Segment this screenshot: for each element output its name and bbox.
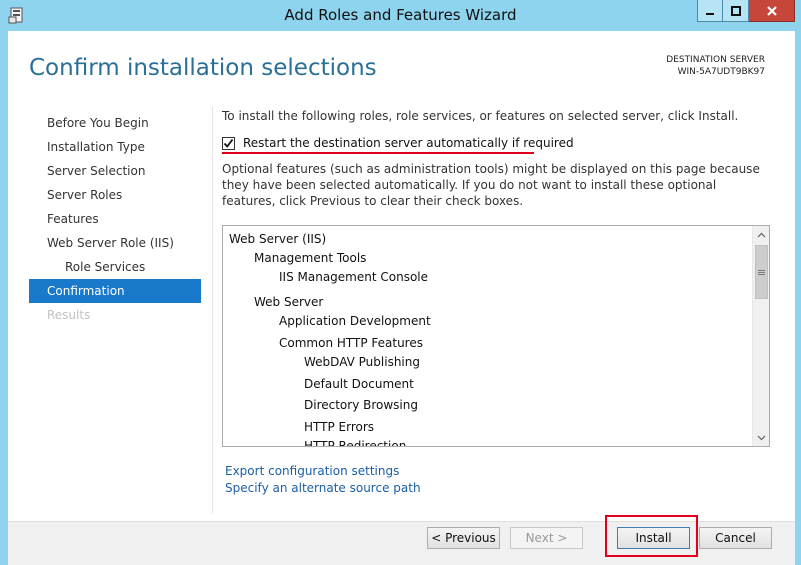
confirmation-content: To install the following roles, role ser… — [222, 109, 772, 495]
export-configuration-link[interactable]: Export configuration settings — [225, 464, 399, 478]
alternate-source-path-link[interactable]: Specify an alternate source path — [225, 481, 421, 495]
intro-text: To install the following roles, role ser… — [222, 109, 739, 123]
window-frame-left — [0, 31, 8, 565]
scroll-down-button[interactable] — [753, 429, 769, 446]
nav-divider — [212, 107, 213, 513]
checkmark-icon — [223, 138, 234, 148]
selection-list[interactable]: Web Server (IIS) Management Tools IIS Ma… — [222, 225, 770, 447]
window-frame-right — [795, 31, 801, 565]
previous-button[interactable]: < Previous — [427, 527, 500, 549]
minimize-button[interactable] — [697, 0, 723, 22]
destination-server-label: DESTINATION SERVER — [666, 55, 765, 65]
nav-item-confirmation[interactable]: Confirmation — [29, 279, 201, 303]
restart-checkbox-label[interactable]: Restart the destination server automatic… — [243, 136, 574, 150]
nav-item-features[interactable]: Features — [29, 207, 201, 231]
nav-item-role-services[interactable]: Role Services — [29, 255, 201, 279]
next-button: Next > — [510, 527, 583, 549]
install-highlight-box — [605, 515, 698, 557]
list-item: HTTP Errors — [304, 420, 375, 434]
vertical-scrollbar[interactable] — [752, 226, 769, 446]
list-item: Common HTTP Features — [279, 336, 423, 350]
window-controls — [697, 0, 795, 22]
nav-item-installation-type[interactable]: Installation Type — [29, 135, 201, 159]
page-title: Confirm installation selections — [29, 55, 377, 81]
window-title: Add Roles and Features Wizard — [284, 6, 517, 24]
list-item: Application Development — [279, 314, 431, 328]
chevron-up-icon — [757, 232, 765, 237]
cancel-button[interactable]: Cancel — [699, 527, 772, 549]
nav-item-server-roles[interactable]: Server Roles — [29, 183, 201, 207]
list-item: Web Server — [254, 295, 324, 309]
highlight-underline — [222, 152, 534, 154]
minimize-icon — [706, 12, 714, 15]
list-item: Directory Browsing — [304, 398, 418, 412]
maximize-icon — [730, 5, 741, 16]
list-item: Management Tools — [254, 251, 367, 265]
scroll-up-button[interactable] — [753, 226, 769, 243]
scroll-thumb[interactable] — [755, 245, 768, 299]
nav-item-server-selection[interactable]: Server Selection — [29, 159, 201, 183]
list-item: IIS Management Console — [279, 270, 429, 284]
nav-item-before-you-begin[interactable]: Before You Begin — [29, 111, 201, 135]
restart-option[interactable]: Restart the destination server automatic… — [222, 136, 574, 150]
title-bar: Add Roles and Features Wizard — [0, 0, 801, 31]
nav-item-web-server-role[interactable]: Web Server Role (IIS) — [29, 231, 201, 255]
maximize-button[interactable] — [723, 0, 749, 22]
list-item: WebDAV Publishing — [304, 355, 420, 369]
restart-checkbox[interactable] — [222, 136, 235, 150]
destination-server-name: WIN-5A7UDT9BK97 — [677, 67, 765, 77]
list-item: Web Server (IIS) — [229, 232, 327, 246]
nav-item-results: Results — [47, 308, 91, 322]
wizard-nav: Before You Begin Installation Type Serve… — [29, 111, 201, 327]
list-item: Default Document — [304, 377, 414, 391]
grip-icon — [758, 269, 765, 275]
close-icon — [766, 5, 777, 16]
close-button[interactable] — [749, 0, 795, 22]
chevron-down-icon — [757, 435, 765, 440]
wizard-client-area: Confirm installation selections DESTINAT… — [8, 31, 795, 565]
optional-features-text: Optional features (such as administratio… — [222, 162, 760, 208]
list-item: HTTP Redirection — [304, 439, 407, 447]
